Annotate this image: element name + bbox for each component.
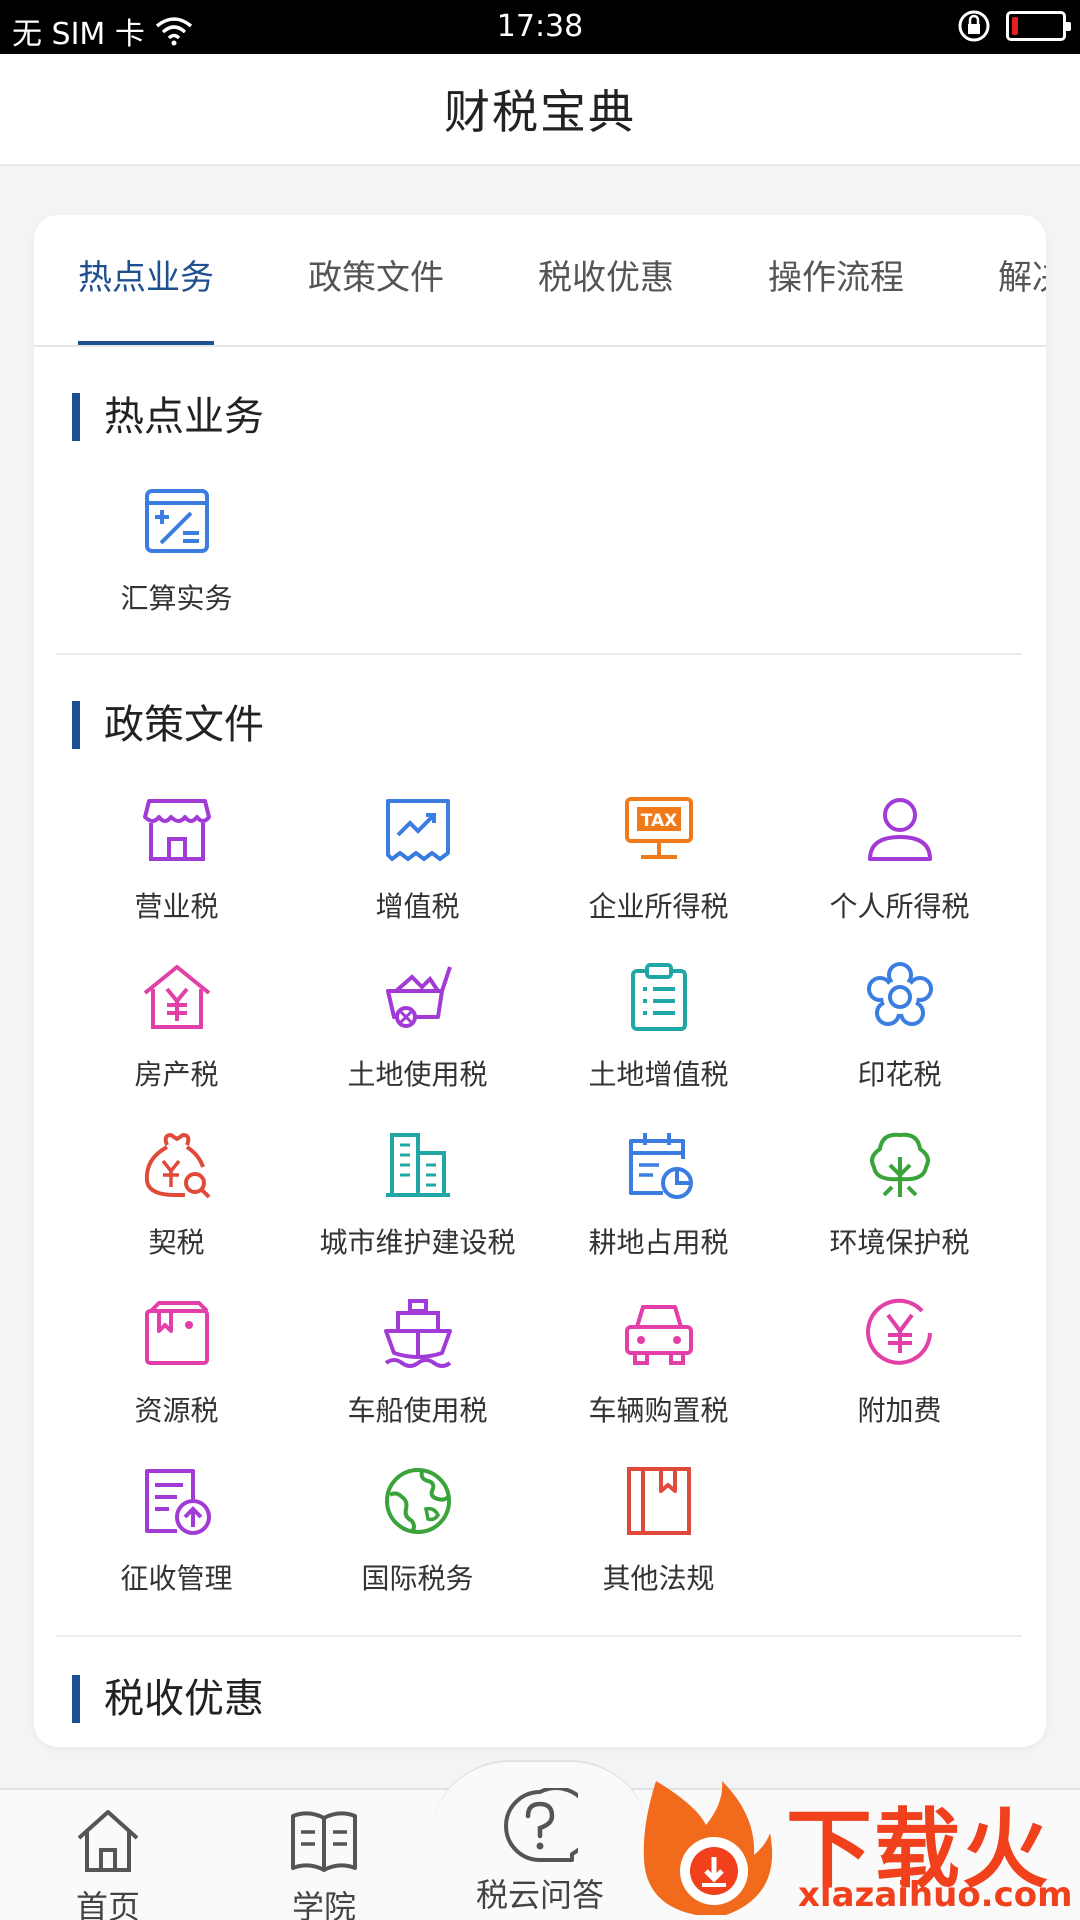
- section-title-preferential: 税收优惠: [72, 1675, 264, 1723]
- grid-item-vehicle-vessel-tax[interactable]: 车船使用税: [297, 1297, 538, 1437]
- grid-item-land-vat[interactable]: 土地增值税: [538, 961, 779, 1101]
- tab-operation-process[interactable]: 操作流程: [768, 250, 904, 345]
- grid-item-label: 耕地占用税: [588, 1226, 729, 1259]
- page-title: 财税宝典: [444, 85, 636, 139]
- resource-box-icon: [145, 1301, 209, 1365]
- tab-tax-preferential[interactable]: 税收优惠: [538, 250, 674, 345]
- grid-item-corporate-income-tax[interactable]: TAX 企业所得税: [538, 793, 779, 933]
- section-divider: [56, 1635, 1022, 1637]
- tab-policy-documents[interactable]: 政策文件: [308, 250, 444, 345]
- clipboard-icon: [631, 963, 687, 1031]
- tax-board-icon: TAX: [625, 797, 693, 859]
- globe-icon: [385, 1468, 451, 1534]
- nav-academy[interactable]: 学院: [254, 1806, 394, 1920]
- yen-circle-icon: [866, 1298, 932, 1365]
- grid-item-label: 汇算实务: [120, 582, 233, 615]
- svg-text:TAX: TAX: [641, 811, 678, 831]
- grid-item-deed-tax[interactable]: 契税: [56, 1129, 297, 1269]
- category-tabs: 热点业务 政策文件 税收优惠 操作流程 解决: [34, 215, 1046, 347]
- watermark-url: xiazaihuo.com: [798, 1875, 1073, 1915]
- store-icon: [143, 799, 211, 861]
- grid-item-label: 个人所得税: [829, 890, 970, 923]
- grid-item-label: 资源税: [134, 1394, 219, 1427]
- open-book-icon: [291, 1811, 357, 1872]
- nav-tax-cloud-qa-label: 税云问答: [475, 1876, 604, 1914]
- grid-item-resource-tax[interactable]: 资源税: [56, 1297, 297, 1437]
- grid-item-stamp-tax[interactable]: 印花税: [779, 961, 1020, 1101]
- house-yen-icon: [143, 965, 211, 1029]
- grid-item-farmland-tax[interactable]: 耕地占用税: [538, 1129, 779, 1269]
- building-icon: [386, 1133, 450, 1197]
- grid-item-vat[interactable]: 增值税: [297, 793, 538, 933]
- tree-icon: [870, 1132, 930, 1197]
- question-bubble-icon: [504, 1788, 578, 1862]
- calendar-chart-icon: [629, 1133, 693, 1199]
- grid-item-label: 车船使用税: [347, 1394, 488, 1427]
- grid-item-environment-tax[interactable]: 环境保护税: [779, 1129, 1020, 1269]
- grid-item-business-tax[interactable]: 营业税: [56, 793, 297, 933]
- grid-item-settlement[interactable]: 汇算实务: [56, 485, 297, 625]
- watermark-logo: 下载火 xiazaihuo.com: [636, 1775, 1080, 1920]
- grid-item-label: 营业税: [134, 890, 219, 923]
- ship-icon: [384, 1299, 452, 1368]
- app-header: 财税宝典: [0, 54, 1080, 166]
- grid-item-label: 国际税务: [361, 1562, 474, 1595]
- home-icon: [77, 1810, 139, 1872]
- grid-item-label: 土地增值税: [588, 1058, 729, 1091]
- cart-icon: [386, 966, 452, 1028]
- status-time: 17:38: [496, 9, 584, 44]
- grid-item-international-tax[interactable]: 国际税务: [297, 1465, 538, 1605]
- grid-item-vehicle-purchase-tax[interactable]: 车辆购置税: [538, 1297, 779, 1437]
- nav-home-label: 首页: [75, 1888, 140, 1920]
- flower-icon: [867, 962, 933, 1026]
- grid-item-label: 征收管理: [120, 1562, 233, 1595]
- nav-academy-label: 学院: [291, 1888, 356, 1920]
- trend-chart-icon: [386, 799, 450, 861]
- person-icon: [868, 798, 932, 861]
- tab-hot-business[interactable]: 热点业务: [78, 250, 214, 345]
- grid-item-label: 契税: [148, 1226, 205, 1259]
- grid-item-label: 土地使用税: [347, 1058, 488, 1091]
- car-icon: [625, 1305, 693, 1365]
- book-icon: [627, 1467, 691, 1535]
- grid-item-label: 其他法规: [602, 1562, 715, 1595]
- grid-item-land-use-tax[interactable]: 土地使用税: [297, 961, 538, 1101]
- money-bag-icon: [144, 1133, 211, 1199]
- grid-item-property-tax[interactable]: 房产税: [56, 961, 297, 1101]
- grid-item-label: 环境保护税: [829, 1226, 970, 1259]
- nav-tax-cloud-qa[interactable]: 税云问答: [470, 1788, 610, 1916]
- grid-item-label: 车辆购置税: [588, 1394, 729, 1427]
- grid-item-urban-construction-tax[interactable]: 城市维护建设税: [297, 1129, 538, 1269]
- tab-solutions[interactable]: 解决: [998, 250, 1046, 345]
- content-card: 热点业务 政策文件 税收优惠 操作流程 解决 热点业务 汇算实务 政策文件 营业…: [34, 215, 1046, 1747]
- document-upload-icon: [145, 1469, 211, 1535]
- status-bar: 无 SIM 卡 17:38: [0, 0, 1080, 54]
- section-divider: [56, 653, 1022, 655]
- calculator-icon: [145, 489, 209, 553]
- section-title-hot: 热点业务: [72, 393, 264, 441]
- grid-item-surcharge[interactable]: 附加费: [779, 1297, 1020, 1437]
- grid-item-label: 企业所得税: [588, 890, 729, 923]
- nav-home[interactable]: 首页: [38, 1806, 178, 1920]
- grid-item-label: 房产税: [134, 1058, 219, 1091]
- grid-item-label: 印花税: [857, 1058, 942, 1091]
- flame-logo-icon: [643, 1781, 773, 1915]
- section-title-policy: 政策文件: [72, 701, 264, 749]
- grid-item-label: 城市维护建设税: [319, 1226, 516, 1259]
- grid-item-personal-income-tax[interactable]: 个人所得税: [779, 793, 1020, 933]
- battery-level: [1012, 17, 1018, 35]
- rotation-lock-icon: [958, 10, 990, 42]
- grid-item-label: 增值税: [375, 890, 460, 923]
- grid-item-collection-management[interactable]: 征收管理: [56, 1465, 297, 1605]
- battery-icon: [1006, 11, 1071, 41]
- grid-item-other-regulations[interactable]: 其他法规: [538, 1465, 779, 1605]
- grid-item-label: 附加费: [857, 1394, 942, 1427]
